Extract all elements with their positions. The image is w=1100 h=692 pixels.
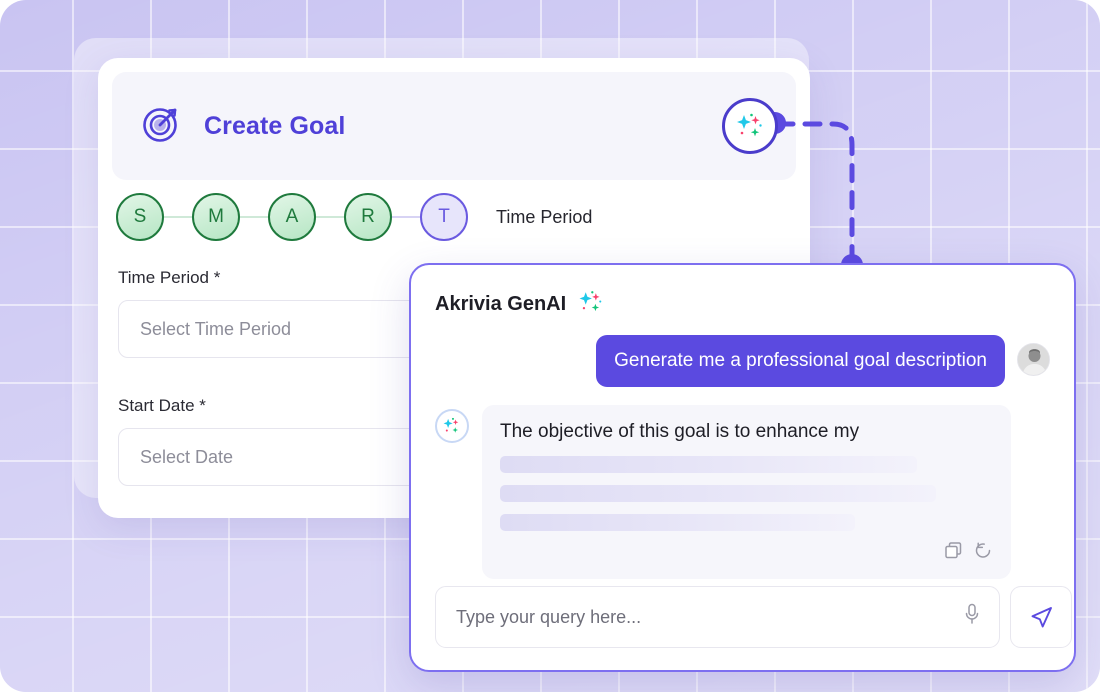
field-placeholder: Select Time Period <box>140 318 292 339</box>
loading-skeleton-line <box>500 484 936 502</box>
stepper-connector <box>240 216 268 218</box>
page-title: Create Goal <box>204 111 346 140</box>
stepper-step-m[interactable]: M <box>192 193 240 241</box>
stepper-step-label: M <box>208 206 224 227</box>
avatar <box>1017 343 1050 376</box>
chat-message-user: Generate me a professional goal descript… <box>435 335 1050 387</box>
stepper-connector <box>392 216 420 218</box>
sparkle-icon <box>737 113 762 137</box>
chat-input-bar: Type your query here... <box>435 586 1072 648</box>
target-icon <box>140 103 182 150</box>
app-background: Create Goal S M A R T Time Period Time P… <box>0 0 1100 692</box>
regenerate-icon[interactable] <box>974 541 993 565</box>
assistant-message-actions <box>500 541 993 567</box>
stepper-step-a[interactable]: A <box>268 193 316 241</box>
stepper-step-label: S <box>133 206 147 227</box>
sparkle-icon <box>576 287 606 322</box>
smart-stepper: S M A R T Time Period <box>116 193 592 241</box>
send-icon <box>1031 606 1052 627</box>
query-input-placeholder: Type your query here... <box>456 606 642 627</box>
chat-header: Akrivia GenAI <box>435 287 1050 321</box>
sparkle-icon <box>435 408 469 443</box>
chat-title: Akrivia GenAI <box>435 292 567 315</box>
ai-assistant-badge[interactable] <box>722 98 778 154</box>
stepper-connector <box>316 216 344 218</box>
stepper-step-label: R <box>361 206 375 227</box>
chat-message-list: Generate me a professional goal descript… <box>435 335 1050 579</box>
stepper-step-r[interactable]: R <box>344 193 392 241</box>
copy-icon[interactable] <box>944 541 963 565</box>
user-message-bubble: Generate me a professional goal descript… <box>596 335 1005 387</box>
loading-skeleton-line <box>500 455 917 473</box>
stepper-step-label: T <box>438 206 450 227</box>
field-placeholder: Select Date <box>140 446 234 467</box>
query-input[interactable]: Type your query here... <box>435 586 1000 648</box>
stepper-step-label: A <box>285 206 299 227</box>
send-button[interactable] <box>1010 586 1072 648</box>
stepper-current-label: Time Period <box>496 206 593 227</box>
create-goal-header: Create Goal <box>112 72 796 180</box>
genai-chat-panel: Akrivia GenAI Generate me a professional… <box>409 263 1076 672</box>
stepper-connector <box>164 216 192 218</box>
assistant-message-text: The objective of this goal is to enhance… <box>500 420 860 442</box>
stepper-step-t[interactable]: T <box>420 193 468 241</box>
assistant-message-bubble: The objective of this goal is to enhance… <box>482 404 1011 579</box>
chat-message-assistant: The objective of this goal is to enhance… <box>435 404 1050 579</box>
loading-skeleton-line <box>500 513 855 531</box>
stepper-step-s[interactable]: S <box>116 193 164 241</box>
microphone-icon[interactable] <box>963 603 981 632</box>
